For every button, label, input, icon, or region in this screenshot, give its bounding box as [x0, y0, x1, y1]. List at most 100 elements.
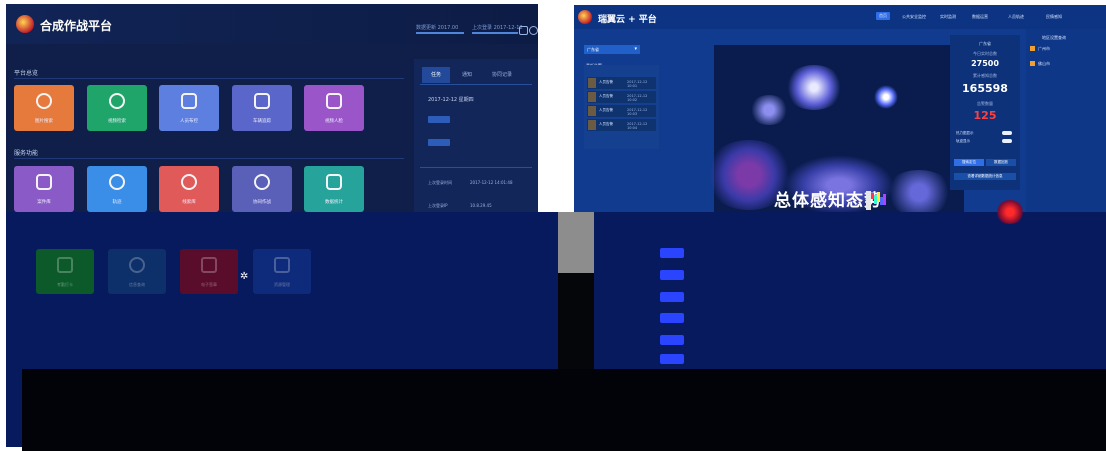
police-emblem-icon — [16, 15, 34, 33]
list-item-name: 人员告警 — [599, 122, 613, 126]
police-emblem-icon — [578, 10, 592, 24]
detail-button[interactable] — [428, 116, 450, 123]
list-item[interactable]: 人员告警 2017-12-12 10:01 — [587, 77, 656, 89]
list-item[interactable]: 人员告警 2017-12-12 10:02 — [587, 91, 656, 103]
panel-date: 2017-12-12 星期四 — [428, 97, 474, 103]
nav-data-ops[interactable]: 数据运营 — [972, 14, 988, 20]
stats-value-2: 165598 — [962, 82, 1008, 95]
line-chart-icon — [326, 174, 342, 190]
glitch-artifact — [866, 191, 886, 210]
header-info-left: 数据更新 2017.00 — [416, 25, 459, 31]
tab-collab-record[interactable]: 协同记录 — [484, 67, 520, 83]
nav-person-track[interactable]: 人员轨迹 — [1008, 14, 1024, 20]
tile-label: 资源管理 — [274, 282, 290, 287]
tile-label: 轨迹 — [112, 200, 122, 205]
person-pin-icon — [254, 174, 270, 190]
header-underline-left — [416, 32, 464, 34]
tile-label: 人员布控 — [180, 119, 198, 124]
list-item[interactable]: 人员告警 2017-12-12 10:04 — [587, 119, 656, 131]
panel-divider — [420, 84, 532, 85]
tile-case-library[interactable]: 案件库 — [14, 166, 74, 212]
login-ip-label: 上次登录IP — [428, 203, 448, 208]
blue-indicator — [660, 313, 684, 323]
stats-panel: 广东省 今日实时总数 27500 累计感知总数 165598 告警数量 125 … — [950, 35, 1020, 190]
search-locate-button[interactable]: 搜索定位 — [954, 159, 984, 166]
edit-icon — [201, 257, 217, 273]
nav-public-security[interactable]: 公共安全监控 — [902, 14, 926, 20]
tile-collaboration[interactable]: 协同作战 — [232, 166, 292, 212]
window-icon[interactable] — [519, 26, 528, 35]
tile-label: 考勤打卡 — [57, 282, 73, 287]
tile-label: 协同作战 — [253, 200, 271, 205]
list-item-name: 人员告警 — [599, 94, 613, 98]
tile-info-query[interactable]: 信息查询 — [108, 249, 166, 294]
tile-route[interactable]: 轨迹 — [87, 166, 147, 212]
alert-list: 人员告警 2017-12-12 10:01 人员告警 2017-12-12 10… — [584, 65, 659, 149]
tile-image-search[interactable]: 图片搜索 — [14, 85, 74, 131]
nav-realtime[interactable]: 实时监测 — [940, 14, 956, 20]
toggle-heatmap-label: 热力图显示 — [956, 131, 974, 135]
blue-indicator — [660, 248, 684, 258]
tile-clue-library[interactable]: 线索库 — [159, 166, 219, 212]
chevron-down-icon: ▾ — [634, 46, 637, 52]
section-divider — [14, 158, 404, 159]
tile-label: 图片搜索 — [35, 119, 53, 124]
avatar — [588, 106, 596, 116]
city-item-2[interactable]: 佛山市 — [1038, 61, 1050, 67]
settings-icon[interactable] — [529, 26, 538, 35]
tile-video-search[interactable]: 视频检索 — [87, 85, 147, 131]
nav-home[interactable]: 首页 — [876, 12, 890, 20]
calendar-icon — [57, 257, 73, 273]
city-marker-icon — [1030, 61, 1035, 66]
task-panel: 任务 通知 协同记录 2017-12-12 星期四 上次登录时间 2017-12… — [414, 59, 538, 212]
city-item-1[interactable]: 广州市 — [1038, 46, 1050, 52]
tile-label: 信息查询 — [129, 282, 145, 287]
region-dropdown[interactable]: 广东省 ▾ — [584, 45, 640, 54]
toggle-heatmap[interactable] — [1002, 131, 1012, 135]
left-screen: 合成作战平台 数据更新 2017.00 上次登录 2017-12-12 平台总览… — [6, 4, 538, 212]
pill-icon — [177, 170, 201, 194]
tile-label: 线索库 — [182, 200, 196, 205]
panel-divider — [420, 167, 532, 168]
city-marker-icon — [1030, 46, 1035, 51]
gray-bar — [558, 212, 594, 273]
person-icon — [181, 93, 197, 109]
tile-label: 视频人脸 — [325, 119, 343, 124]
stats-label-1: 今日实时总数 — [973, 51, 997, 56]
car-icon — [254, 93, 270, 109]
stats-value-1: 27500 — [971, 59, 999, 68]
region-query-title: 地区设置查询 — [1042, 35, 1066, 40]
stats-value-3: 125 — [973, 109, 997, 122]
blue-indicator — [660, 270, 684, 280]
tab-task[interactable]: 任务 — [422, 67, 450, 83]
region-dropdown-value: 广东省 — [587, 47, 599, 52]
detail-stats-link[interactable]: 查看详细数据统计信息 — [954, 173, 1016, 180]
binoculars-icon — [36, 93, 52, 109]
toggle-track-label: 轨迹显示 — [956, 139, 970, 143]
list-item-time: 2017-12-12 10:04 — [627, 122, 648, 130]
list-item-time: 2017-12-12 10:01 — [627, 80, 648, 88]
tile-e-signature[interactable]: 电子签章 — [180, 249, 238, 294]
tab-notice[interactable]: 通知 — [454, 67, 480, 83]
tile-video-face[interactable]: 视频人脸 — [304, 85, 364, 131]
tile-person-control[interactable]: 人员布控 — [159, 85, 219, 131]
right-screen: 瑞翼云 + 平台 首页 公共安全监控 实时监测 数据运营 人员轨迹 民情感知 广… — [574, 5, 1106, 212]
tile-label: 案件库 — [37, 200, 51, 205]
list-item[interactable]: 人员告警 2017-12-12 10:03 — [587, 105, 656, 117]
tile-resources[interactable]: 资源管理 — [253, 249, 311, 294]
section-platform-title: 平台总览 — [14, 70, 39, 77]
tile-attendance[interactable]: 考勤打卡 — [36, 249, 94, 294]
tile-vehicle-track[interactable]: 车辆追踪 — [232, 85, 292, 131]
list-item-name: 人员告警 — [599, 80, 613, 84]
blue-indicator — [660, 292, 684, 302]
login-time-value: 2017-12-12 14:01:48 — [470, 180, 513, 185]
detail-button[interactable] — [428, 139, 450, 146]
folder-icon — [36, 174, 52, 190]
tile-statistics[interactable]: 数据统计 — [304, 166, 364, 212]
toggle-track[interactable] — [1002, 139, 1012, 143]
data-replay-button[interactable]: 数据回放 — [986, 159, 1016, 166]
login-ip-value: 10.8.29.45 — [470, 203, 492, 208]
avatar — [588, 120, 596, 130]
nav-sentiment[interactable]: 民情感知 — [1046, 14, 1062, 20]
stats-label-3: 告警数量 — [977, 101, 993, 106]
